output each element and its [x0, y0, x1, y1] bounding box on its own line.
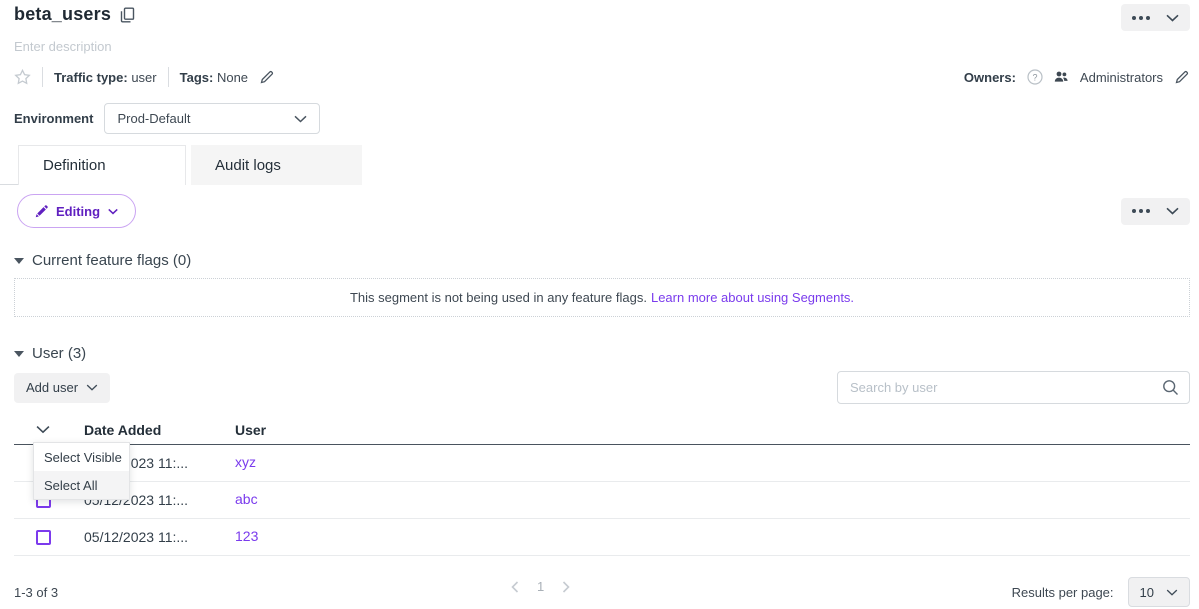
editing-button[interactable]: Editing — [17, 194, 136, 228]
users-table: Date Added User 05/12/2023 11:... xyz 05… — [14, 415, 1190, 556]
people-icon — [1054, 71, 1069, 83]
traffic-type-label: Traffic type: — [54, 70, 128, 85]
user-link[interactable]: 123 — [235, 528, 258, 544]
add-user-label: Add user — [26, 380, 78, 395]
chevron-down-icon — [294, 115, 307, 123]
table-row: 05/12/2023 11:... abc — [14, 482, 1190, 519]
user-section-header[interactable]: User (3) — [14, 345, 1190, 362]
chevron-down-icon — [1166, 589, 1178, 596]
results-range: 1-3 of 3 — [14, 585, 58, 600]
ellipsis-icon[interactable] — [1132, 209, 1150, 213]
segment-detail-page: beta_users Enter description — [0, 0, 1199, 609]
owners-label: Owners: — [964, 70, 1016, 85]
tags-label: Tags: — [180, 70, 214, 85]
table-header-row: Date Added User — [14, 415, 1190, 445]
learn-more-link[interactable]: Learn more about using Segments. — [651, 290, 854, 305]
title-row: beta_users — [14, 0, 1190, 31]
definition-actions-menu[interactable] — [1121, 198, 1190, 225]
feature-flags-section-title: Current feature flags (0) — [32, 252, 191, 269]
next-page-icon[interactable] — [562, 581, 570, 593]
traffic-type: Traffic type: user — [54, 70, 157, 85]
collapse-triangle-icon — [14, 351, 24, 357]
user-link[interactable]: xyz — [235, 454, 256, 470]
environment-select[interactable]: Prod-Default — [104, 103, 320, 134]
definition-toolbar: Editing — [14, 194, 1190, 228]
collapse-triangle-icon — [14, 258, 24, 264]
user-section: User (3) Add user Date — [14, 345, 1190, 609]
user-controls-row: Add user — [14, 371, 1190, 404]
column-header-user[interactable]: User — [235, 422, 1190, 438]
user-link[interactable]: abc — [235, 491, 258, 507]
previous-page-icon[interactable] — [511, 581, 519, 593]
edit-owners-pencil-icon[interactable] — [1174, 69, 1190, 85]
menu-item-select-visible[interactable]: Select Visible — [34, 443, 129, 471]
header-actions-menu[interactable] — [1121, 4, 1190, 31]
table-footer: 1-3 of 3 1 Results per page: 10 — [14, 575, 1190, 609]
feature-flags-section: Current feature flags (0) This segment i… — [14, 252, 1190, 317]
add-user-button[interactable]: Add user — [14, 373, 110, 403]
results-per-page-label: Results per page: — [1012, 585, 1114, 600]
chevron-down-icon[interactable] — [1166, 207, 1179, 215]
table-row: 05/12/2023 11:... 123 — [14, 519, 1190, 556]
traffic-type-value: user — [131, 70, 156, 85]
tab-audit-logs[interactable]: Audit logs — [191, 145, 362, 185]
select-menu-chevron-icon[interactable] — [36, 425, 50, 434]
chevron-down-icon — [108, 208, 118, 215]
cell-date: 05/12/2023 11:... — [84, 529, 235, 545]
star-icon[interactable] — [14, 69, 31, 85]
search-input[interactable] — [850, 380, 1154, 395]
owners-value: Administrators — [1080, 70, 1163, 85]
empty-message: This segment is not being used in any fe… — [350, 290, 647, 305]
meta-row: Traffic type: user Tags: None Owners: ? — [14, 67, 1190, 87]
tags: Tags: None — [180, 70, 248, 85]
editing-label: Editing — [56, 204, 100, 219]
edit-tags-pencil-icon[interactable] — [259, 69, 275, 85]
chevron-down-icon — [86, 384, 98, 391]
divider — [168, 67, 169, 87]
results-per-page: Results per page: 10 — [1012, 577, 1190, 607]
tags-value: None — [217, 70, 248, 85]
description-placeholder[interactable]: Enter description — [14, 39, 1190, 54]
table-row: 05/12/2023 11:... xyz — [14, 445, 1190, 482]
row-checkbox[interactable] — [36, 530, 51, 545]
menu-item-select-all[interactable]: Select All — [34, 471, 129, 499]
environment-label: Environment — [14, 111, 93, 126]
svg-text:?: ? — [1032, 72, 1037, 82]
page-title: beta_users — [14, 4, 111, 25]
pencil-icon — [35, 205, 48, 218]
results-per-page-value: 10 — [1140, 585, 1154, 600]
help-icon[interactable]: ? — [1027, 69, 1043, 85]
user-section-title: User (3) — [32, 345, 86, 362]
search-icon[interactable] — [1162, 379, 1179, 396]
ellipsis-icon[interactable] — [1132, 16, 1150, 20]
column-header-date[interactable]: Date Added — [84, 422, 235, 438]
results-per-page-select[interactable]: 10 — [1128, 577, 1190, 607]
search-box — [837, 371, 1190, 404]
page-number[interactable]: 1 — [533, 579, 548, 594]
environment-value: Prod-Default — [117, 111, 190, 126]
divider — [42, 67, 43, 87]
feature-flags-section-header[interactable]: Current feature flags (0) — [14, 252, 1190, 269]
tab-bar: Definition Audit logs — [0, 145, 1199, 185]
pagination: 1 — [511, 579, 570, 594]
tab-definition[interactable]: Definition — [18, 145, 186, 185]
copy-icon[interactable] — [120, 7, 135, 23]
select-dropdown-menu: Select Visible Select All — [33, 442, 130, 500]
chevron-down-icon[interactable] — [1166, 14, 1179, 22]
environment-row: Environment Prod-Default — [14, 103, 1190, 134]
feature-flags-empty-state: This segment is not being used in any fe… — [14, 278, 1190, 317]
